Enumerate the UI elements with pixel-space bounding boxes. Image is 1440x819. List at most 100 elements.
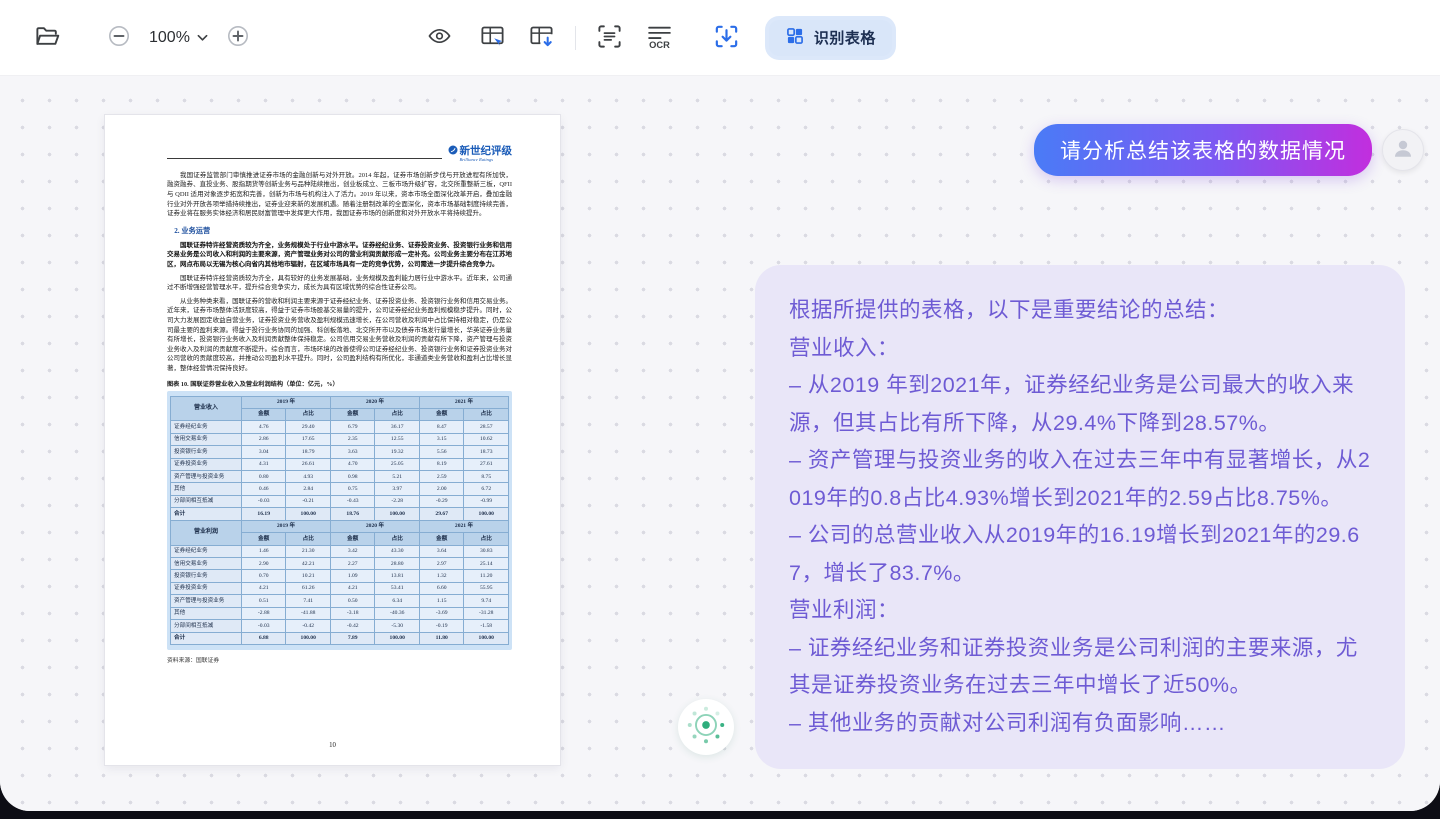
table-cell: 100.00 [286, 508, 331, 520]
table-cell: 分部间相互抵减 [171, 495, 242, 507]
table-recognition-highlight[interactable]: 营业收入2019 年2020 年2021 年金额占比金额占比金额占比证券经纪业务… [167, 391, 512, 650]
ocr-icon: OCR [645, 23, 674, 53]
table-cell: -0.19 [419, 620, 464, 632]
table-cell: 投资银行业务 [171, 570, 242, 582]
zoom-in-button[interactable] [222, 20, 254, 55]
zoom-level-dropdown[interactable]: 100% [145, 27, 212, 49]
table-header-row: 营业利润2019 年2020 年2021 年 [171, 520, 509, 532]
table-cell: 11.80 [419, 632, 464, 644]
ocr-button[interactable]: OCR [641, 19, 678, 57]
spinner-icon [685, 704, 727, 751]
table-cell: 其他 [171, 483, 242, 495]
table-cell: 合计 [171, 632, 242, 644]
table-row: 投资银行业务3.0418.793.6319.325.5618.73 [171, 446, 509, 458]
table-cell: -40.36 [375, 607, 420, 619]
document-page[interactable]: 新世纪评级 Brilliance Ratings 我国证券监管部门审慎推进证券市… [105, 115, 560, 765]
person-icon [1391, 136, 1415, 165]
table-cell: 4.76 [241, 421, 286, 433]
extract-table-button[interactable] [475, 19, 510, 57]
logo-emblem-icon [448, 145, 458, 158]
loading-spinner [678, 699, 734, 755]
table-cell: 2.35 [330, 433, 375, 445]
table-cell: -2.88 [241, 607, 286, 619]
export-table-button[interactable] [524, 19, 559, 57]
doc-intro-paragraph: 我国证券监管部门审慎推进证券市场的金融创新与对外开放。2014 年起，证券市场创… [167, 171, 512, 219]
table-cell: 1.15 [419, 595, 464, 607]
app-window: 100% [0, 0, 1440, 811]
table-cell: 36.17 [375, 421, 420, 433]
table-cell: 金额 [419, 408, 464, 420]
ai-message-text: 根据所提供的表格，以下是重要结论的总结： 营业收入： – 从2019 年到202… [789, 292, 1371, 742]
table-cell: 金额 [241, 533, 286, 545]
doc-paragraph: 国联证券特许经营资质较为齐全，具有较好的业务发展基础，业务规模及盈利能力居行业中… [167, 274, 512, 293]
table-cell: 信用交易业务 [171, 558, 242, 570]
table-cell: 金额 [419, 533, 464, 545]
table-cell: 6.88 [241, 632, 286, 644]
folder-icon [34, 23, 61, 53]
table-cell: 0.46 [241, 483, 286, 495]
table-cell: -3.18 [330, 607, 375, 619]
table-cell: 3.63 [330, 446, 375, 458]
table-cell: 2.97 [419, 558, 464, 570]
table-cell: -0.29 [419, 495, 464, 507]
table-cell: -0.42 [286, 620, 331, 632]
table-cell: 1.09 [330, 570, 375, 582]
document-canvas[interactable]: 新世纪评级 Brilliance Ratings 我国证券监管部门审慎推进证券市… [0, 76, 1440, 811]
table-cell: 占比 [464, 408, 509, 420]
area-ocr-button[interactable] [592, 19, 627, 57]
company-logo: 新世纪评级 Brilliance Ratings [448, 145, 513, 163]
table-cell: 6.60 [419, 582, 464, 594]
table-cell: 资产管理与投资业务 [171, 471, 242, 483]
table-cell: -0.21 [286, 495, 331, 507]
doc-summary-paragraph: 国联证券特许经营资质较为齐全，业务规模处于行业中游水平。证券经纪业务、证券投资业… [167, 241, 512, 270]
table-cell: 12.55 [375, 433, 420, 445]
table-cell: -41.88 [286, 607, 331, 619]
table-cell: 4.21 [241, 582, 286, 594]
table-row: 其他0.462.840.753.972.006.72 [171, 483, 509, 495]
table-cell: 占比 [286, 408, 331, 420]
zoom-controls: 100% [103, 20, 254, 55]
toolbar-separator [575, 26, 576, 50]
table-cell: 18.79 [286, 446, 331, 458]
table-cell: 2.86 [241, 433, 286, 445]
table-cell: 42.21 [286, 558, 331, 570]
table-cell: 18.73 [464, 446, 509, 458]
user-message-bubble: 请分析总结该表格的数据情况 [1034, 124, 1372, 176]
table-cell: 4.31 [241, 458, 286, 470]
table-cell: 证券经纪业务 [171, 545, 242, 557]
doc-paragraph: 从业务种类来看，国联证券的营收和利润主要来源于证券经纪业务、证券投资业务、投资银… [167, 297, 512, 374]
table-cell: 0.98 [330, 471, 375, 483]
table-cell: -3.69 [419, 607, 464, 619]
user-message-text: 请分析总结该表格的数据情况 [1060, 140, 1346, 163]
recognize-table-button[interactable]: 识别表格 [769, 20, 892, 56]
download-result-button[interactable] [708, 18, 745, 58]
doc-section-heading: 2. 业务运营 [167, 226, 512, 236]
table-cell: 8.47 [419, 421, 464, 433]
preview-button[interactable] [422, 20, 457, 55]
table-cell: 2021 年 [419, 396, 508, 408]
zoom-out-button[interactable] [103, 20, 135, 55]
table-cell: 6.72 [464, 483, 509, 495]
table-cell: -0.43 [330, 495, 375, 507]
table-cell: 16.19 [241, 508, 286, 520]
table-cell: 3.04 [241, 446, 286, 458]
table-cell: -1.58 [464, 620, 509, 632]
minus-circle-icon [107, 24, 131, 51]
table-cell: 53.41 [375, 582, 420, 594]
logo-name: 新世纪评级 [460, 146, 513, 157]
open-file-button[interactable] [30, 19, 65, 57]
header-rule [167, 158, 442, 159]
chevron-down-icon [197, 29, 208, 47]
user-avatar [1382, 129, 1424, 171]
table-cell: 占比 [375, 533, 420, 545]
table-cell: 8.19 [419, 458, 464, 470]
table-cell: 分部间相互抵减 [171, 620, 242, 632]
table-row: 证券投资业务4.3126.614.7025.058.1927.61 [171, 458, 509, 470]
table-cell: 2020 年 [330, 520, 419, 532]
table-cell: 0.51 [241, 595, 286, 607]
table-download-icon [528, 23, 555, 53]
table-cell: -0.03 [241, 620, 286, 632]
table-cell: 3.42 [330, 545, 375, 557]
table-cell: 9.74 [464, 595, 509, 607]
table-cell: 金额 [330, 408, 375, 420]
